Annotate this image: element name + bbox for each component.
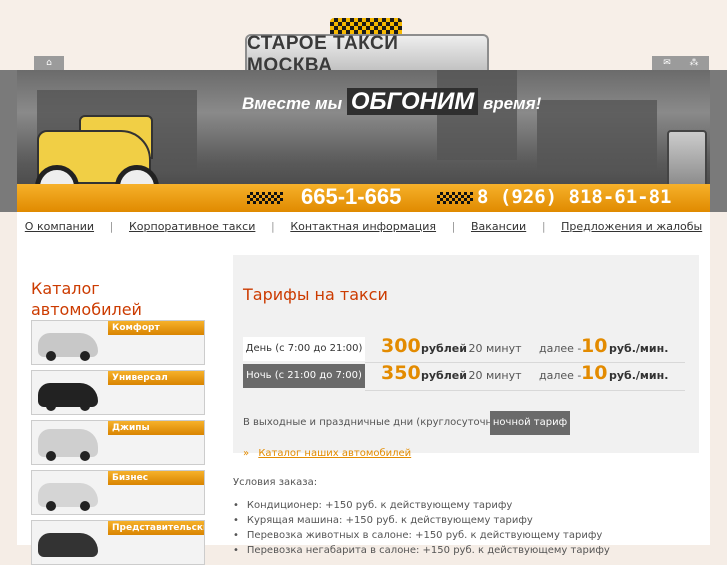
day-price-period: - 20 минут xyxy=(461,342,522,355)
list-item: • Курящая машина: +150 руб. к действующем… xyxy=(233,513,610,528)
nav-item-corporate[interactable]: Корпоративное такси xyxy=(129,220,255,233)
day-further-unit: руб./мин. xyxy=(609,342,669,355)
nav-item-about[interactable]: О компании xyxy=(25,220,94,233)
night-rate-row: Ночь (с 21:00 до 7:00) 350 рублей - 20 м… xyxy=(243,362,689,388)
wheel-icon xyxy=(80,451,90,461)
nav-separator: | xyxy=(541,219,546,233)
nav-item-vacancies[interactable]: Вакансии xyxy=(471,220,526,233)
day-rate-label[interactable]: День (с 7:00 до 21:00) xyxy=(243,337,365,361)
catalog-link-row: » Каталог наших автомобилей xyxy=(243,448,411,459)
night-further-unit: руб./мин. xyxy=(609,369,669,382)
main-phone-number[interactable]: 665-1-665 xyxy=(301,184,401,210)
nav-separator: | xyxy=(109,219,114,233)
car-card-business[interactable]: Бизнес xyxy=(31,470,205,515)
slogan-right: время! xyxy=(482,94,542,113)
slogan-left: Вместе мы xyxy=(242,94,343,113)
nav-item-feedback[interactable]: Предложения и жалобы xyxy=(561,220,702,233)
car-category-label: Бизнес xyxy=(108,471,204,485)
conditions-list: • Кондиционер: +150 руб. к действующему т… xyxy=(233,498,610,558)
slogan: Вместе мы ОБГОНИМ время! xyxy=(242,88,541,116)
night-further-price: 10 xyxy=(581,362,608,384)
car-card-wagon[interactable]: Универсал xyxy=(31,370,205,415)
taxi-checker-logo xyxy=(330,18,402,34)
wheel-icon xyxy=(80,351,90,361)
home-icon[interactable]: ⌂ xyxy=(34,56,64,70)
conditions-title: Условия заказа: xyxy=(233,477,318,488)
sitemap-icon[interactable]: ⁂ xyxy=(679,56,709,70)
wheel-icon xyxy=(46,501,56,511)
divider xyxy=(365,390,685,391)
wheel-icon xyxy=(46,401,56,411)
night-further-label: далее - xyxy=(539,369,582,382)
condition-text: Перевозка животных в салоне: +150 руб. к… xyxy=(246,530,603,541)
header-banner: Вместе мы ОБГОНИМ время! 665-1-665 8 (92… xyxy=(17,70,710,212)
checker-icon xyxy=(247,192,283,204)
main-nav: О компании | Корпоративное такси | Конта… xyxy=(17,212,710,241)
wheel-icon xyxy=(46,451,56,461)
building-shape xyxy=(537,100,657,170)
catalog-title-line2: автомобилей xyxy=(31,300,142,319)
list-item: • Кондиционер: +150 руб. к действующему т… xyxy=(233,498,610,513)
condition-text: Перевозка негабарита в салоне: +150 руб.… xyxy=(246,545,610,556)
catalog-title-line1: Каталог xyxy=(31,279,100,298)
main-content: Каталог автомобилей Комфорт Универсал Дж… xyxy=(17,240,710,565)
mail-icon[interactable]: ✉ xyxy=(652,56,682,70)
car-card-comfort[interactable]: Комфорт xyxy=(31,320,205,365)
day-further-label: далее - xyxy=(539,342,582,355)
day-rate-row: День (с 7:00 до 21:00) 300 рублей - 20 м… xyxy=(243,335,689,361)
list-item: • Перевозка негабарита в салоне: +150 руб… xyxy=(233,543,610,558)
bullet-icon: • xyxy=(233,530,239,541)
night-rate-label[interactable]: Ночь (с 21:00 до 7:00) xyxy=(243,364,365,388)
bullet-icon: • xyxy=(233,515,239,526)
night-price: 350 xyxy=(381,362,421,384)
day-further-price: 10 xyxy=(581,335,608,357)
day-price: 300 xyxy=(381,335,421,357)
arrow-icon: » xyxy=(243,448,250,459)
list-item: • Перевозка животных в салоне: +150 руб. … xyxy=(233,528,610,543)
wheel-icon xyxy=(80,501,90,511)
car-category-label: Джипы xyxy=(108,421,204,435)
nav-separator: | xyxy=(270,219,275,233)
condition-text: Кондиционер: +150 руб. к действующему та… xyxy=(246,500,513,511)
nav-item-contacts[interactable]: Контактная информация xyxy=(290,220,436,233)
night-tariff-button[interactable]: ночной тариф xyxy=(490,411,570,435)
tariff-title: Тарифы на такси xyxy=(243,285,388,304)
car-category-label: Представительский xyxy=(108,521,204,535)
checker-icon xyxy=(437,192,473,204)
night-price-period: - 20 минут xyxy=(461,369,522,382)
condition-text: Курящая машина: +150 руб. к действующему… xyxy=(246,515,533,526)
wheel-icon xyxy=(80,401,90,411)
banner-right-edge xyxy=(710,70,727,212)
tariff-panel: Тарифы на такси День (с 7:00 до 21:00) 3… xyxy=(233,255,699,459)
catalog-title: Каталог автомобилей xyxy=(31,278,142,320)
car-category-label: Универсал xyxy=(108,371,204,385)
catalog-link[interactable]: Каталог наших автомобилей xyxy=(258,448,411,459)
nav-separator: | xyxy=(451,219,456,233)
site-logo[interactable]: СТАРОЕ ТАКСИ МОСКВА xyxy=(245,33,489,76)
car-image xyxy=(38,533,98,557)
banner-left-edge xyxy=(0,70,17,212)
car-category-label: Комфорт xyxy=(108,321,204,335)
car-card-executive[interactable]: Представительский xyxy=(31,520,205,565)
bullet-icon: • xyxy=(233,545,239,556)
mobile-phone-number[interactable]: 8 (926) 818-61-81 xyxy=(477,186,671,208)
holiday-note: В выходные и праздничные дни (круглосуто… xyxy=(243,417,516,428)
wheel-icon xyxy=(46,351,56,361)
slogan-highlight: ОБГОНИМ xyxy=(346,88,479,115)
car-card-suv[interactable]: Джипы xyxy=(31,420,205,465)
bullet-icon: • xyxy=(233,500,239,511)
